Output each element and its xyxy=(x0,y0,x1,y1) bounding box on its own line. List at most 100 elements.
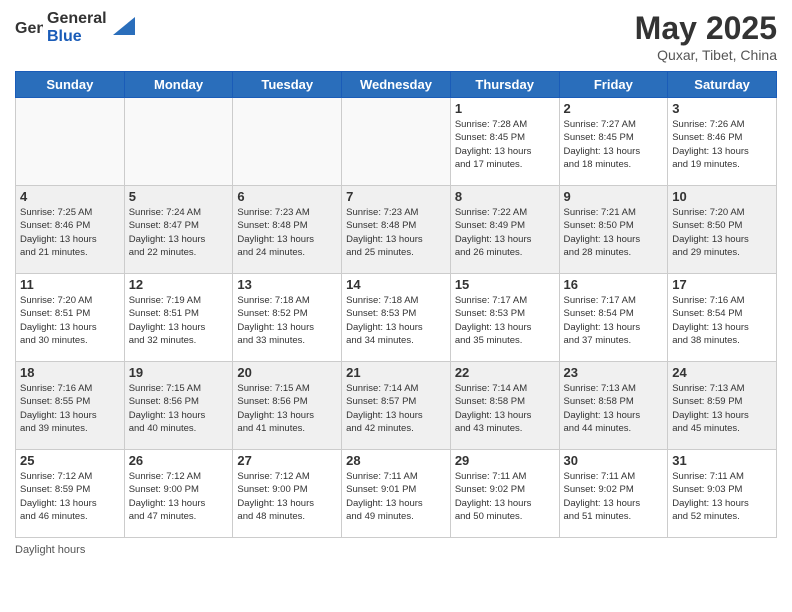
cell-info: Sunrise: 7:26 AMSunset: 8:46 PMDaylight:… xyxy=(672,118,772,171)
cell-info: Sunrise: 7:16 AMSunset: 8:54 PMDaylight:… xyxy=(672,294,772,347)
day-number: 8 xyxy=(455,189,555,204)
logo-icon: General xyxy=(15,17,43,39)
cell-info: Sunrise: 7:11 AMSunset: 9:02 PMDaylight:… xyxy=(564,470,664,523)
day-number: 15 xyxy=(455,277,555,292)
day-number: 12 xyxy=(129,277,229,292)
calendar-cell xyxy=(124,98,233,186)
calendar-cell: 11Sunrise: 7:20 AMSunset: 8:51 PMDayligh… xyxy=(16,274,125,362)
cell-info: Sunrise: 7:15 AMSunset: 8:56 PMDaylight:… xyxy=(237,382,337,435)
day-number: 31 xyxy=(672,453,772,468)
cell-info: Sunrise: 7:14 AMSunset: 8:58 PMDaylight:… xyxy=(455,382,555,435)
daylight-label: Daylight hours xyxy=(15,544,85,556)
day-number: 21 xyxy=(346,365,446,380)
calendar-week-row: 11Sunrise: 7:20 AMSunset: 8:51 PMDayligh… xyxy=(16,274,777,362)
day-number: 4 xyxy=(20,189,120,204)
day-number: 18 xyxy=(20,365,120,380)
day-number: 24 xyxy=(672,365,772,380)
cell-info: Sunrise: 7:12 AMSunset: 9:00 PMDaylight:… xyxy=(237,470,337,523)
calendar-cell: 9 Sunrise: 7:21 AMSunset: 8:50 PMDaylight… xyxy=(559,186,668,274)
logo-triangle-icon xyxy=(113,17,135,35)
cell-info: Sunrise: 7:27 AMSunset: 8:45 PMDaylight:… xyxy=(564,118,664,171)
calendar-cell: 10 Sunrise: 7:20 AMSunset: 8:50 PMDayligh… xyxy=(668,186,777,274)
calendar-table: SundayMondayTuesdayWednesdayThursdayFrid… xyxy=(15,71,777,538)
cell-info: Sunrise: 7:20 AMSunset: 8:50 PMDaylight:… xyxy=(672,206,772,259)
day-number: 16 xyxy=(564,277,664,292)
cell-info: Sunrise: 7:17 AMSunset: 8:53 PMDaylight:… xyxy=(455,294,555,347)
footer: Daylight hours xyxy=(15,544,777,556)
calendar-cell: 3Sunrise: 7:26 AMSunset: 8:46 PMDaylight… xyxy=(668,98,777,186)
cell-info: Sunrise: 7:18 AMSunset: 8:52 PMDaylight:… xyxy=(237,294,337,347)
calendar-cell: 12 Sunrise: 7:19 AMSunset: 8:51 PMDayligh… xyxy=(124,274,233,362)
day-header-friday: Friday xyxy=(559,72,668,98)
cell-info: Sunrise: 7:12 AMSunset: 8:59 PMDaylight:… xyxy=(20,470,120,523)
day-number: 30 xyxy=(564,453,664,468)
day-number: 22 xyxy=(455,365,555,380)
day-number: 14 xyxy=(346,277,446,292)
cell-info: Sunrise: 7:25 AMSunset: 8:46 PMDaylight:… xyxy=(20,206,120,259)
day-number: 5 xyxy=(129,189,229,204)
day-header-wednesday: Wednesday xyxy=(342,72,451,98)
calendar-cell: 23Sunrise: 7:13 AMSunset: 8:58 PMDayligh… xyxy=(559,362,668,450)
title-block: May 2025 Quxar, Tibet, China xyxy=(635,10,777,63)
day-number: 19 xyxy=(129,365,229,380)
calendar-cell: 26Sunrise: 7:12 AMSunset: 9:00 PMDayligh… xyxy=(124,450,233,538)
calendar-cell: 16Sunrise: 7:17 AMSunset: 8:54 PMDayligh… xyxy=(559,274,668,362)
day-number: 17 xyxy=(672,277,772,292)
calendar-cell: 29 Sunrise: 7:11 AMSunset: 9:02 PMDayligh… xyxy=(450,450,559,538)
cell-info: Sunrise: 7:21 AMSunset: 8:50 PMDaylight:… xyxy=(564,206,664,259)
day-header-monday: Monday xyxy=(124,72,233,98)
calendar-cell: 31 Sunrise: 7:11 AMSunset: 9:03 PMDayligh… xyxy=(668,450,777,538)
day-number: 9 xyxy=(564,189,664,204)
calendar-week-row: 1Sunrise: 7:28 AMSunset: 8:45 PMDaylight… xyxy=(16,98,777,186)
cell-info: Sunrise: 7:22 AMSunset: 8:49 PMDaylight:… xyxy=(455,206,555,259)
calendar-week-row: 18 Sunrise: 7:16 AMSunset: 8:55 PMDayligh… xyxy=(16,362,777,450)
day-number: 6 xyxy=(237,189,337,204)
logo: General General Blue xyxy=(15,10,135,45)
calendar-cell: 22 Sunrise: 7:14 AMSunset: 8:58 PMDayligh… xyxy=(450,362,559,450)
day-number: 28 xyxy=(346,453,446,468)
calendar-cell: 13Sunrise: 7:18 AMSunset: 8:52 PMDayligh… xyxy=(233,274,342,362)
cell-info: Sunrise: 7:11 AMSunset: 9:02 PMDaylight:… xyxy=(455,470,555,523)
calendar-cell: 27 Sunrise: 7:12 AMSunset: 9:00 PMDayligh… xyxy=(233,450,342,538)
calendar-cell: 28Sunrise: 7:11 AMSunset: 9:01 PMDayligh… xyxy=(342,450,451,538)
day-number: 27 xyxy=(237,453,337,468)
cell-info: Sunrise: 7:23 AMSunset: 8:48 PMDaylight:… xyxy=(346,206,446,259)
cell-info: Sunrise: 7:11 AMSunset: 9:03 PMDaylight:… xyxy=(672,470,772,523)
day-number: 10 xyxy=(672,189,772,204)
header: General General Blue May 2025 Quxar, Tib… xyxy=(15,10,777,63)
cell-info: Sunrise: 7:15 AMSunset: 8:56 PMDaylight:… xyxy=(129,382,229,435)
calendar-cell: 8 Sunrise: 7:22 AMSunset: 8:49 PMDaylight… xyxy=(450,186,559,274)
calendar-cell: 5 Sunrise: 7:24 AMSunset: 8:47 PMDaylight… xyxy=(124,186,233,274)
day-header-thursday: Thursday xyxy=(450,72,559,98)
calendar-cell: 24 Sunrise: 7:13 AMSunset: 8:59 PMDayligh… xyxy=(668,362,777,450)
svg-text:General: General xyxy=(15,20,43,37)
cell-info: Sunrise: 7:24 AMSunset: 8:47 PMDaylight:… xyxy=(129,206,229,259)
logo-blue: Blue xyxy=(47,28,107,46)
day-number: 26 xyxy=(129,453,229,468)
calendar-cell: 20Sunrise: 7:15 AMSunset: 8:56 PMDayligh… xyxy=(233,362,342,450)
cell-info: Sunrise: 7:19 AMSunset: 8:51 PMDaylight:… xyxy=(129,294,229,347)
calendar-cell: 7Sunrise: 7:23 AMSunset: 8:48 PMDaylight… xyxy=(342,186,451,274)
calendar-cell: 4 Sunrise: 7:25 AMSunset: 8:46 PMDaylight… xyxy=(16,186,125,274)
calendar-cell: 17 Sunrise: 7:16 AMSunset: 8:54 PMDayligh… xyxy=(668,274,777,362)
calendar-cell: 14Sunrise: 7:18 AMSunset: 8:53 PMDayligh… xyxy=(342,274,451,362)
main-title: May 2025 xyxy=(635,10,777,47)
calendar-cell: 25 Sunrise: 7:12 AMSunset: 8:59 PMDayligh… xyxy=(16,450,125,538)
cell-info: Sunrise: 7:16 AMSunset: 8:55 PMDaylight:… xyxy=(20,382,120,435)
days-header-row: SundayMondayTuesdayWednesdayThursdayFrid… xyxy=(16,72,777,98)
calendar-cell xyxy=(16,98,125,186)
day-number: 29 xyxy=(455,453,555,468)
logo-general: General xyxy=(47,10,107,28)
calendar-cell xyxy=(342,98,451,186)
cell-info: Sunrise: 7:13 AMSunset: 8:59 PMDaylight:… xyxy=(672,382,772,435)
calendar-week-row: 25 Sunrise: 7:12 AMSunset: 8:59 PMDayligh… xyxy=(16,450,777,538)
day-number: 2 xyxy=(564,101,664,116)
cell-info: Sunrise: 7:13 AMSunset: 8:58 PMDaylight:… xyxy=(564,382,664,435)
day-number: 11 xyxy=(20,277,120,292)
calendar-week-row: 4 Sunrise: 7:25 AMSunset: 8:46 PMDaylight… xyxy=(16,186,777,274)
day-header-saturday: Saturday xyxy=(668,72,777,98)
day-number: 25 xyxy=(20,453,120,468)
page: General General Blue May 2025 Quxar, Tib… xyxy=(0,0,792,612)
cell-info: Sunrise: 7:23 AMSunset: 8:48 PMDaylight:… xyxy=(237,206,337,259)
calendar-cell xyxy=(233,98,342,186)
